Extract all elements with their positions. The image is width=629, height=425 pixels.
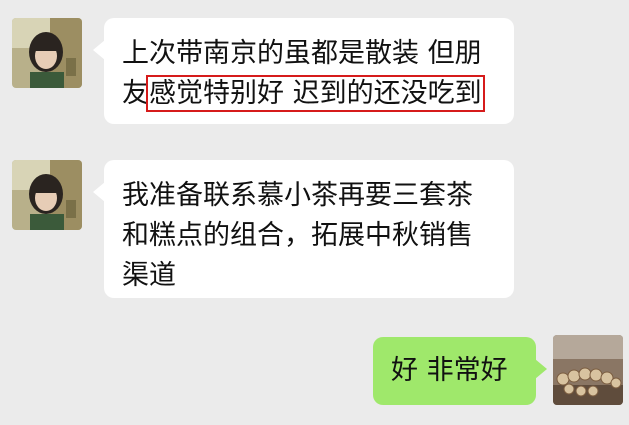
bead-bracelet-avatar-icon (553, 335, 623, 405)
contact-avatar[interactable] (12, 160, 82, 230)
contact-avatar[interactable] (12, 18, 82, 88)
chat-window: 上次带南京的虽都是散装 但朋 友感觉特别好 迟到的还没吃到 我准备联系慕小茶再要… (0, 0, 629, 425)
girl-photo-avatar-icon (12, 18, 82, 88)
message-text-line: 上次带南京的虽都是散装 但朋 (122, 38, 482, 69)
message-bubble-outgoing[interactable]: 好 非常好 (373, 337, 547, 405)
self-avatar[interactable] (553, 335, 623, 405)
message-text-line: 和糕点的组合，拓展中秋销售 (122, 220, 473, 251)
message-text-prefix: 友 (122, 78, 149, 109)
message-text-line: 我准备联系慕小茶再要三套茶 (122, 180, 473, 211)
girl-photo-avatar-icon (12, 160, 82, 230)
highlighted-text: 感觉特别好 迟到的还没吃到 (146, 75, 485, 112)
message-text-line: 好 非常好 (391, 355, 508, 386)
message-text-line: 友感觉特别好 迟到的还没吃到 (122, 74, 514, 114)
message-text-line: 渠道 (122, 260, 176, 291)
message-bubble-incoming[interactable]: 我准备联系慕小茶再要三套茶 和糕点的组合，拓展中秋销售 渠道 (93, 160, 514, 298)
message-bubble-incoming[interactable]: 上次带南京的虽都是散装 但朋 友感觉特别好 迟到的还没吃到 (93, 18, 514, 124)
